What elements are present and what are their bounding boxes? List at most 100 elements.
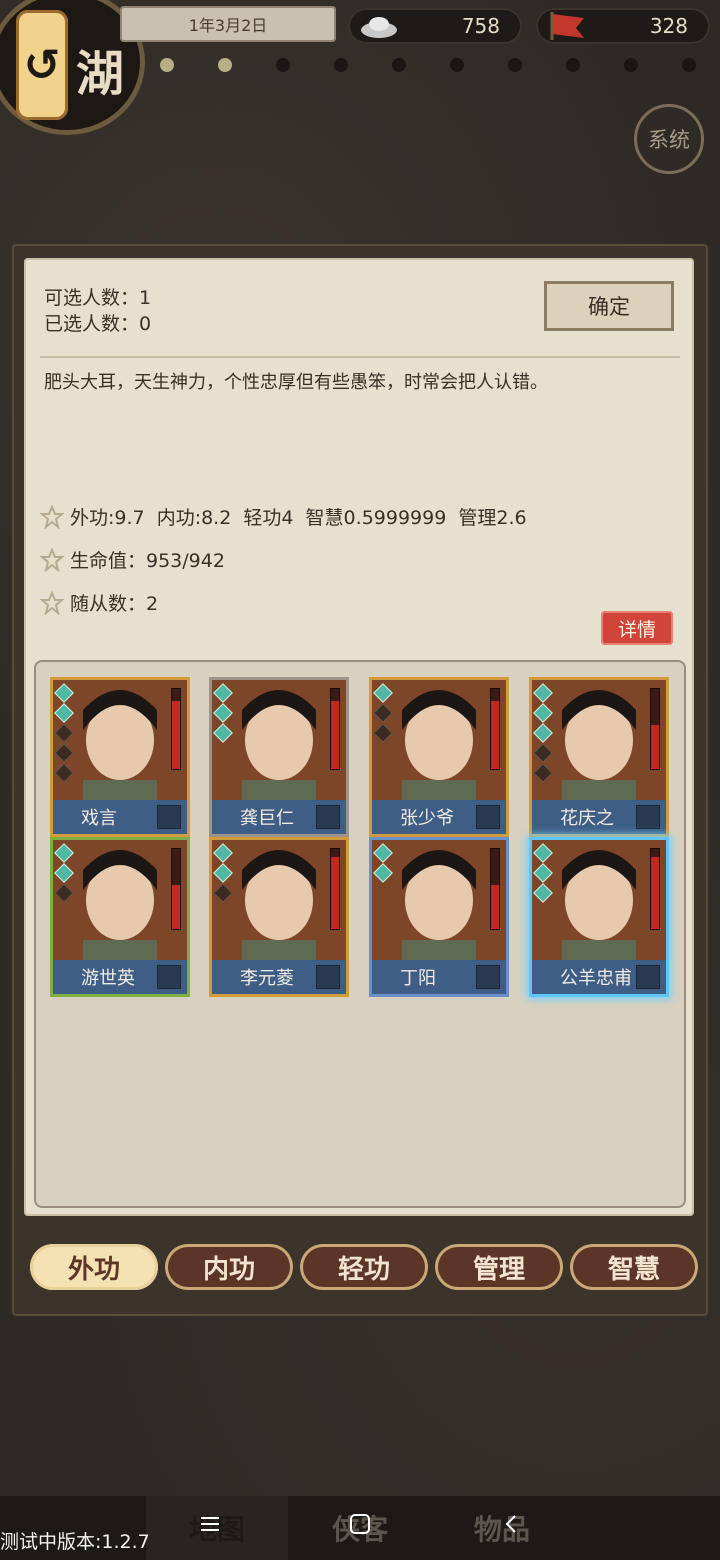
followers-row: 随从数：2 bbox=[40, 589, 158, 616]
stats-row: 外功:9.7 内功:8.2 轻功4 智慧0.5999999 管理2.6 bbox=[40, 503, 527, 530]
roster-card[interactable]: 游世英 bbox=[50, 837, 190, 997]
gem-icon bbox=[54, 683, 74, 703]
gem-icon bbox=[54, 883, 74, 903]
silver-counter: 758 bbox=[348, 8, 522, 44]
roster-card[interactable]: 戏言 bbox=[50, 677, 190, 837]
progress-dot bbox=[218, 58, 232, 72]
hp-bar bbox=[171, 848, 181, 930]
hp-text: 生命值：953/942 bbox=[70, 550, 225, 572]
rank-gems bbox=[373, 843, 393, 886]
gem-icon bbox=[533, 723, 553, 743]
progress-dot bbox=[624, 58, 638, 72]
select-checkbox[interactable] bbox=[636, 965, 660, 989]
combat-stats: 外功:9.7 内功:8.2 轻功4 智慧0.5999999 管理2.6 bbox=[70, 507, 527, 529]
progress-dot bbox=[450, 58, 464, 72]
divider bbox=[40, 356, 680, 358]
hp-bar bbox=[490, 848, 500, 930]
star-icon bbox=[40, 547, 64, 572]
character-portrait bbox=[53, 840, 187, 960]
detail-button[interactable]: 详情 bbox=[601, 611, 673, 645]
rank-gems bbox=[533, 683, 553, 786]
gem-icon bbox=[213, 683, 233, 703]
gem-icon bbox=[373, 843, 393, 863]
tab-waigong[interactable]: 外功 bbox=[30, 1244, 158, 1290]
hp-bar-fill bbox=[172, 701, 180, 769]
tab-guanli[interactable]: 管理 bbox=[435, 1244, 563, 1290]
select-checkbox[interactable] bbox=[316, 805, 340, 829]
hp-bar-fill bbox=[331, 857, 339, 929]
gem-icon bbox=[533, 743, 553, 763]
rank-gems bbox=[54, 683, 74, 786]
character-portrait bbox=[532, 840, 666, 960]
gem-icon bbox=[54, 863, 74, 883]
roster-card[interactable]: 李元菱 bbox=[209, 837, 349, 997]
character-description: 肥头大耳，天生神力，个性忠厚但有些愚笨，时常会把人认错。 bbox=[44, 372, 548, 393]
hp-bar-fill bbox=[651, 857, 659, 929]
logo-character: 湖 bbox=[76, 46, 125, 102]
version-label: 测试中版本:1.2.7 bbox=[0, 1531, 150, 1553]
gem-icon bbox=[54, 743, 74, 763]
gem-icon bbox=[533, 763, 553, 783]
hp-bar bbox=[650, 688, 660, 770]
hp-bar-fill bbox=[172, 885, 180, 929]
gem-icon bbox=[373, 703, 393, 723]
rank-gems bbox=[533, 843, 553, 906]
home-icon[interactable] bbox=[340, 1504, 380, 1544]
gem-icon bbox=[54, 843, 74, 863]
gem-icon bbox=[373, 683, 393, 703]
tab-neigong[interactable]: 内功 bbox=[165, 1244, 293, 1290]
gem-icon bbox=[533, 683, 553, 703]
character-portrait bbox=[212, 680, 346, 800]
silver-ingot-icon bbox=[361, 17, 397, 38]
hp-bar-fill bbox=[651, 725, 659, 769]
system-button[interactable]: 系统 bbox=[634, 104, 704, 174]
rank-gems bbox=[213, 843, 233, 906]
select-checkbox[interactable] bbox=[636, 805, 660, 829]
silver-value: 758 bbox=[461, 14, 500, 38]
gem-icon bbox=[213, 843, 233, 863]
character-portrait bbox=[212, 840, 346, 960]
roster-card[interactable]: 张少爷 bbox=[369, 677, 509, 837]
rank-gems bbox=[373, 683, 393, 746]
hp-bar bbox=[490, 688, 500, 770]
progress-dot bbox=[566, 58, 580, 72]
hp-bar-fill bbox=[491, 885, 499, 929]
back-button[interactable]: ↺ bbox=[16, 10, 68, 120]
tab-qinggong[interactable]: 轻功 bbox=[300, 1244, 428, 1290]
hp-bar bbox=[171, 688, 181, 770]
select-checkbox[interactable] bbox=[157, 805, 181, 829]
select-checkbox[interactable] bbox=[316, 965, 340, 989]
select-checkbox[interactable] bbox=[157, 965, 181, 989]
progress-dot bbox=[334, 58, 348, 72]
progress-dot bbox=[508, 58, 522, 72]
progress-dots bbox=[160, 56, 720, 76]
banner-flag-icon bbox=[550, 12, 584, 40]
selected-count: 已选人数：0 bbox=[44, 313, 152, 335]
roster-card[interactable]: 公羊忠甫 bbox=[529, 837, 669, 997]
gem-icon bbox=[54, 763, 74, 783]
tab-zhihui[interactable]: 智慧 bbox=[570, 1244, 698, 1290]
select-checkbox[interactable] bbox=[476, 965, 500, 989]
select-checkbox[interactable] bbox=[476, 805, 500, 829]
hp-row: 生命值：953/942 bbox=[40, 546, 225, 573]
gem-icon bbox=[533, 863, 553, 883]
gem-icon bbox=[373, 863, 393, 883]
selectable-count: 可选人数：1 bbox=[44, 287, 152, 309]
character-portrait bbox=[372, 840, 506, 960]
progress-dot bbox=[682, 58, 696, 72]
hp-bar-fill bbox=[331, 701, 339, 769]
gem-icon bbox=[213, 723, 233, 743]
back-icon[interactable] bbox=[492, 1504, 532, 1544]
menu-icon[interactable] bbox=[190, 1504, 230, 1544]
roster-card[interactable]: 丁阳 bbox=[369, 837, 509, 997]
gem-icon bbox=[533, 883, 553, 903]
character-portrait bbox=[532, 680, 666, 800]
banner-counter: 328 bbox=[536, 8, 710, 44]
gem-icon bbox=[533, 703, 553, 723]
gem-icon bbox=[533, 843, 553, 863]
confirm-button[interactable]: 确定 bbox=[544, 281, 674, 331]
gem-icon bbox=[213, 883, 233, 903]
roster-card[interactable]: 花庆之 bbox=[529, 677, 669, 837]
hp-bar bbox=[330, 688, 340, 770]
roster-card[interactable]: 龚巨仁 bbox=[209, 677, 349, 837]
